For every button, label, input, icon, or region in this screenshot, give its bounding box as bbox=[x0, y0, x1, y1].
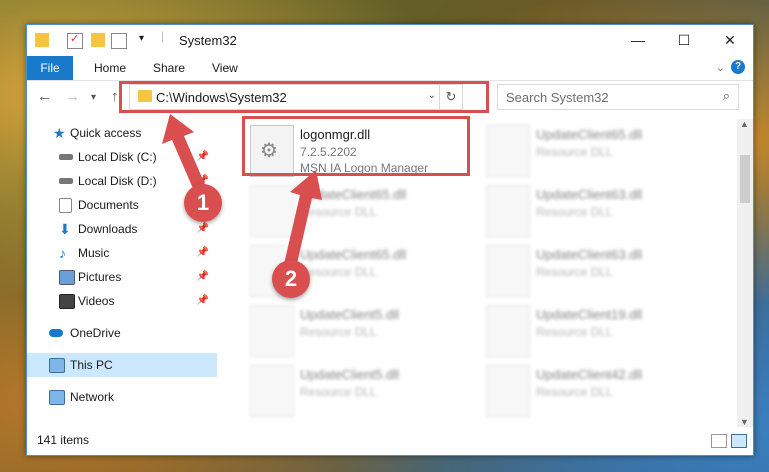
step-marker-1: 1 bbox=[184, 184, 222, 222]
step-marker-2: 2 bbox=[272, 260, 310, 298]
annotation-arrows bbox=[162, 114, 322, 268]
arrow-2-icon bbox=[284, 170, 322, 268]
